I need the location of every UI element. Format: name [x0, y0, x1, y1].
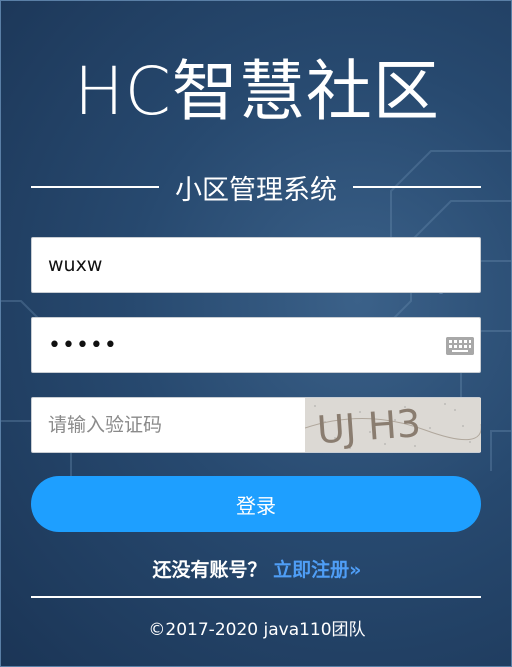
footer-divider [31, 596, 481, 598]
login-panel: HC智慧社区 小区管理系统 wuxw ••••• 请输入验证码 UJ H3 登录… [0, 0, 512, 667]
register-row: 还没有账号？ 立即注册» [1, 555, 511, 582]
subtitle-row: 小区管理系统 [31, 169, 481, 206]
copyright-text: ©2017-2020 java110团队 [148, 620, 366, 640]
password-field [31, 317, 481, 373]
keyboard-icon-glyph [446, 337, 474, 355]
username-field [31, 237, 481, 293]
username-input[interactable] [32, 238, 480, 292]
register-prompt: 还没有账号？ [152, 559, 267, 581]
captcha-noise: UJ H3 [304, 398, 482, 452]
subtitle: 小区管理系统 [175, 174, 337, 206]
keyboard-icon[interactable] [446, 337, 474, 355]
register-link[interactable]: 立即注册» [273, 559, 361, 581]
password-input[interactable] [32, 318, 480, 372]
login-button[interactable]: 登录 [31, 476, 481, 532]
captcha-input[interactable] [32, 398, 305, 452]
subtitle-left-divider [31, 186, 159, 188]
subtitle-right-divider [353, 186, 481, 188]
brand-title: HC智慧社区 [74, 53, 440, 130]
captcha-image[interactable]: UJ H3 [304, 398, 482, 452]
captcha-text: UJ H3 [316, 401, 423, 452]
captcha-field: UJ H3 [31, 397, 482, 453]
